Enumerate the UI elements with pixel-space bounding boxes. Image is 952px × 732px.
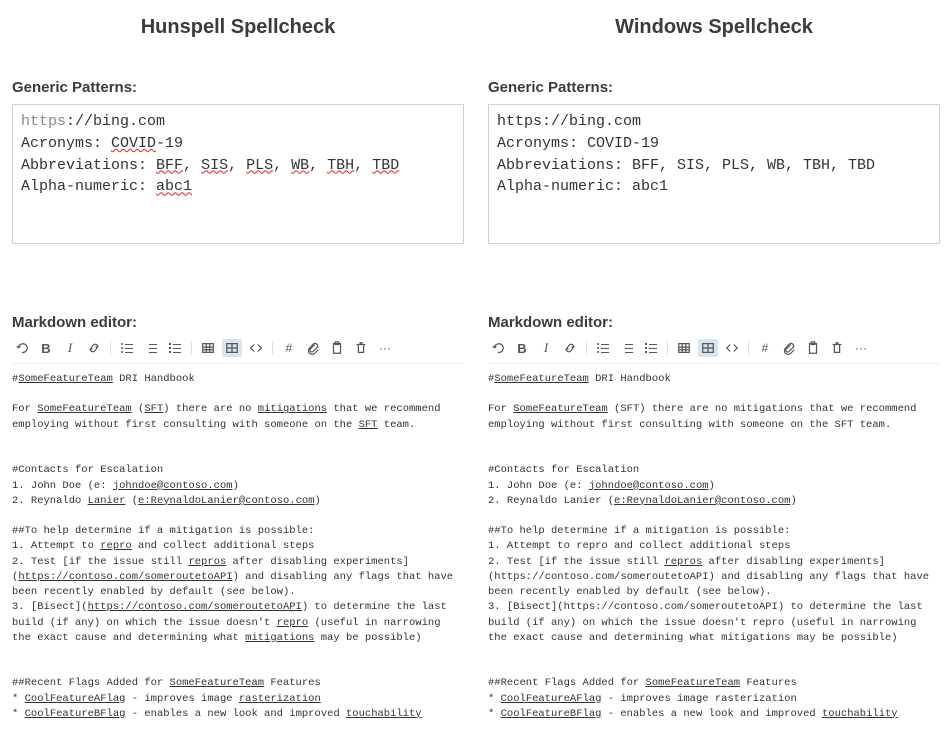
abbrev-bff: BFF xyxy=(156,157,183,174)
link-icon[interactable] xyxy=(560,339,580,357)
number-list-icon[interactable] xyxy=(141,339,161,357)
gp-line: Alpha-numeric: abc1 xyxy=(497,178,668,195)
gp-line: https://bing.com xyxy=(497,113,641,130)
toolbar-separator xyxy=(586,341,587,355)
acronyms-prefix: Acronyms: xyxy=(21,135,111,152)
hunspell-column: Hunspell Spellcheck Generic Patterns: ht… xyxy=(12,10,464,722)
sft-term: SomeFeatureTeam xyxy=(18,373,113,385)
hash-icon[interactable]: # xyxy=(755,339,775,357)
grid-icon[interactable] xyxy=(698,339,718,357)
windows-patterns-textbox[interactable]: https://bing.com Acronyms: COVID-19 Abbr… xyxy=(488,104,940,244)
abbrev-wb: WB xyxy=(291,157,309,174)
windows-md-body[interactable]: #SomeFeatureTeam DRI Handbook For SomeFe… xyxy=(488,372,940,722)
comparison-page: Hunspell Spellcheck Generic Patterns: ht… xyxy=(12,10,940,722)
email-link[interactable]: johndoe@contoso.com xyxy=(113,480,233,492)
sft-term: SomeFeatureTeam xyxy=(494,373,589,385)
toolbar-separator xyxy=(272,341,273,355)
gp-line: Acronyms: COVID-19 xyxy=(497,135,659,152)
markdown-label: Markdown editor: xyxy=(488,314,940,331)
bullet-list-icon[interactable] xyxy=(117,339,137,357)
hunspell-title: Hunspell Spellcheck xyxy=(12,16,464,39)
md-toolbar: B I # ··· xyxy=(488,335,940,364)
alpha-prefix: Alpha-numeric: xyxy=(21,178,156,195)
abbrev-tbd: TBD xyxy=(372,157,399,174)
toolbar-separator xyxy=(191,341,192,355)
table-icon[interactable] xyxy=(198,339,218,357)
attach-icon[interactable] xyxy=(779,339,799,357)
undo-icon[interactable] xyxy=(488,339,508,357)
italic-button[interactable]: I xyxy=(60,339,80,357)
windows-column: Windows Spellcheck Generic Patterns: htt… xyxy=(488,10,940,722)
url-link[interactable]: https://contoso.com/someroutetoAPI xyxy=(18,571,232,583)
number-list-icon[interactable] xyxy=(617,339,637,357)
abbrev-pls: PLS xyxy=(246,157,273,174)
url-protocol: https xyxy=(21,113,66,130)
hunspell-md-body[interactable]: #SomeFeatureTeam DRI Handbook For SomeFe… xyxy=(12,372,464,722)
generic-patterns-label: Generic Patterns: xyxy=(488,79,940,96)
trash-icon[interactable] xyxy=(351,339,371,357)
attach-icon[interactable] xyxy=(303,339,323,357)
email-link[interactable]: e:ReynaldoLanier@contoso.com xyxy=(614,495,790,507)
more-icon[interactable]: ··· xyxy=(375,339,395,357)
hunspell-patterns-textbox[interactable]: https://bing.com Acronyms: COVID-19 Abbr… xyxy=(12,104,464,244)
abbrev-sis: SIS xyxy=(201,157,228,174)
covid-term: COVID xyxy=(111,135,156,152)
table-icon[interactable] xyxy=(674,339,694,357)
trash-icon[interactable] xyxy=(827,339,847,357)
markdown-label: Markdown editor: xyxy=(12,314,464,331)
bold-button[interactable]: B xyxy=(36,339,56,357)
link-icon[interactable] xyxy=(84,339,104,357)
url-rest: ://bing.com xyxy=(66,113,165,130)
abbrev-prefix: Abbreviations: xyxy=(21,157,156,174)
checklist-icon[interactable] xyxy=(165,339,185,357)
clipboard-icon[interactable] xyxy=(327,339,347,357)
toolbar-separator xyxy=(667,341,668,355)
bold-button[interactable]: B xyxy=(512,339,532,357)
code-icon[interactable] xyxy=(246,339,266,357)
code-icon[interactable] xyxy=(722,339,742,357)
toolbar-separator xyxy=(748,341,749,355)
grid-icon[interactable] xyxy=(222,339,242,357)
undo-icon[interactable] xyxy=(12,339,32,357)
abbrev-tbh: TBH xyxy=(327,157,354,174)
more-icon[interactable]: ··· xyxy=(851,339,871,357)
toolbar-separator xyxy=(110,341,111,355)
covid-suffix: -19 xyxy=(156,135,183,152)
generic-patterns-label: Generic Patterns: xyxy=(12,79,464,96)
checklist-icon[interactable] xyxy=(641,339,661,357)
italic-button[interactable]: I xyxy=(536,339,556,357)
clipboard-icon[interactable] xyxy=(803,339,823,357)
bullet-list-icon[interactable] xyxy=(593,339,613,357)
gp-line: Abbreviations: BFF, SIS, PLS, WB, TBH, T… xyxy=(497,157,875,174)
md-toolbar: B I # ··· xyxy=(12,335,464,364)
email-link[interactable]: johndoe@contoso.com xyxy=(589,480,709,492)
email-link[interactable]: e:ReynaldoLanier@contoso.com xyxy=(138,495,314,507)
windows-title: Windows Spellcheck xyxy=(488,16,940,39)
alpha-term: abc1 xyxy=(156,178,192,195)
hash-icon[interactable]: # xyxy=(279,339,299,357)
url-link[interactable]: https://contoso.com/someroutetoAPI xyxy=(88,601,302,613)
